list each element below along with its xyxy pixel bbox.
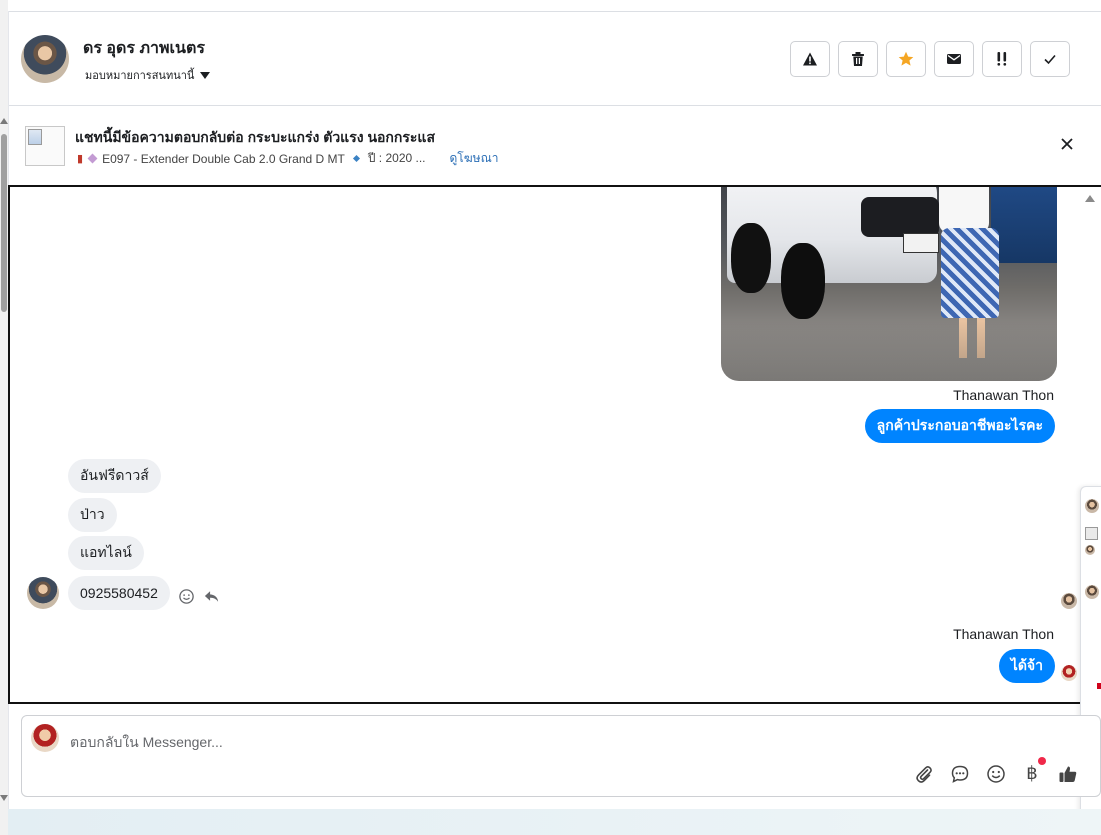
bottom-status-strip	[8, 809, 1101, 835]
composer-toolbar: ฿	[914, 757, 1078, 784]
scroll-down-arrow[interactable]	[0, 795, 8, 801]
sender-name: Thanawan Thon	[953, 626, 1054, 642]
react-emoji-icon[interactable]	[178, 588, 195, 605]
reply-input[interactable]: ตอบกลับใน Messenger...	[70, 732, 223, 754]
close-icon[interactable]	[1059, 136, 1075, 152]
photo-wheel	[781, 243, 825, 319]
outgoing-message[interactable]: ได้จ้า	[998, 649, 1055, 683]
diamond-icon	[87, 153, 98, 164]
message-actions	[178, 588, 220, 605]
sender-avatar-small	[1061, 665, 1077, 681]
contact-avatar[interactable]	[21, 35, 69, 83]
scroll-thumb[interactable]	[1, 134, 7, 312]
page-avatar	[31, 724, 59, 752]
envelope-icon	[947, 54, 961, 64]
thread-scroll-up-arrow[interactable]	[1085, 195, 1095, 202]
spam-button[interactable]	[982, 41, 1022, 77]
message-photo[interactable]	[721, 187, 1057, 381]
page-scrollbar[interactable]	[0, 0, 8, 835]
star-icon	[898, 51, 914, 66]
contact-name[interactable]: ดร อุดร ภาพเนตร	[83, 36, 205, 61]
report-button[interactable]	[790, 41, 830, 77]
ad-context-banner: แชทนี้มีข้อความตอบกลับต่อ กระบะแกร่ง ตัว…	[9, 106, 1101, 186]
baht-icon: ฿	[1026, 763, 1038, 784]
sender-avatar[interactable]	[27, 577, 59, 609]
page: ดร อุดร ภาพเนตร มอบหมายการสนทนานี้ แชทนี…	[0, 0, 1101, 835]
ad-year: ปี : 2020 ...	[367, 151, 426, 165]
outgoing-message[interactable]: ลูกค้าประกอบอาชีพอะไรคะ	[864, 409, 1055, 443]
incoming-message[interactable]: อันฟรีดาวส์	[68, 459, 161, 493]
incoming-message[interactable]: ป่าว	[68, 498, 117, 532]
view-ad-link[interactable]: ดูโฆษณา	[450, 149, 499, 168]
truck-icon: ▮	[77, 153, 84, 165]
saved-reply-icon[interactable]	[950, 764, 970, 784]
star-button[interactable]	[886, 41, 926, 77]
photo-grille	[861, 197, 939, 237]
ad-title: แชทนี้มีข้อความตอบกลับต่อ กระบะแกร่ง ตัว…	[75, 129, 435, 145]
photo-floor	[721, 321, 1057, 381]
delete-button[interactable]	[838, 41, 878, 77]
emoji-icon[interactable]	[986, 764, 1006, 784]
photo-wheel	[731, 223, 771, 293]
ad-details: ▮ E097 - Extender Double Cab 2.0 Grand D…	[77, 149, 498, 168]
photo-blue-car	[991, 187, 1057, 263]
seen-indicator-avatar	[1061, 593, 1077, 609]
sender-name: Thanawan Thon	[953, 387, 1054, 403]
notification-dot	[1038, 757, 1046, 765]
baht-payment-button[interactable]: ฿	[1022, 757, 1046, 784]
photo-person-skirt	[941, 228, 999, 318]
assign-conversation-dropdown[interactable]: มอบหมายการสนทนานี้	[85, 66, 211, 84]
ad-item: E097 - Extender Double Cab 2.0 Grand D M…	[102, 151, 345, 166]
check-icon	[1044, 54, 1056, 65]
assign-label: มอบหมายการสนทนานี้	[85, 70, 195, 82]
exclamation-icon	[997, 52, 1007, 66]
caret-down-icon	[200, 71, 211, 79]
done-button[interactable]	[1030, 41, 1070, 77]
mini-avatar[interactable]	[1085, 545, 1095, 555]
attach-icon[interactable]	[914, 764, 934, 784]
mini-avatar[interactable]	[1085, 499, 1099, 513]
red-marker	[1097, 683, 1101, 689]
photo-plate	[903, 233, 939, 253]
scroll-up-arrow[interactable]	[0, 118, 8, 124]
header-toolbar	[790, 41, 1070, 77]
ad-thumbnail[interactable]	[25, 126, 65, 166]
separator-diamond-icon	[352, 154, 360, 163]
mini-avatar[interactable]	[1085, 585, 1099, 599]
incoming-message[interactable]: 0925580452	[68, 576, 170, 610]
like-icon[interactable]	[1058, 764, 1078, 784]
conversation-header: ดร อุดร ภาพเนตร มอบหมายการสนทนานี้	[9, 12, 1101, 106]
trash-icon	[852, 52, 864, 66]
warning-icon	[803, 52, 817, 66]
mini-thumbnail[interactable]	[1085, 527, 1098, 540]
mark-unread-button[interactable]	[934, 41, 974, 77]
reply-icon[interactable]	[203, 588, 220, 605]
incoming-message[interactable]: แอทไลน์	[68, 536, 144, 570]
message-thread[interactable]: Thanawan Thon ลูกค้าประกอบอาชีพอะไรคะ อั…	[8, 185, 1101, 704]
reply-composer: ตอบกลับใน Messenger... ฿	[21, 715, 1101, 797]
photo-person-top	[939, 187, 989, 233]
